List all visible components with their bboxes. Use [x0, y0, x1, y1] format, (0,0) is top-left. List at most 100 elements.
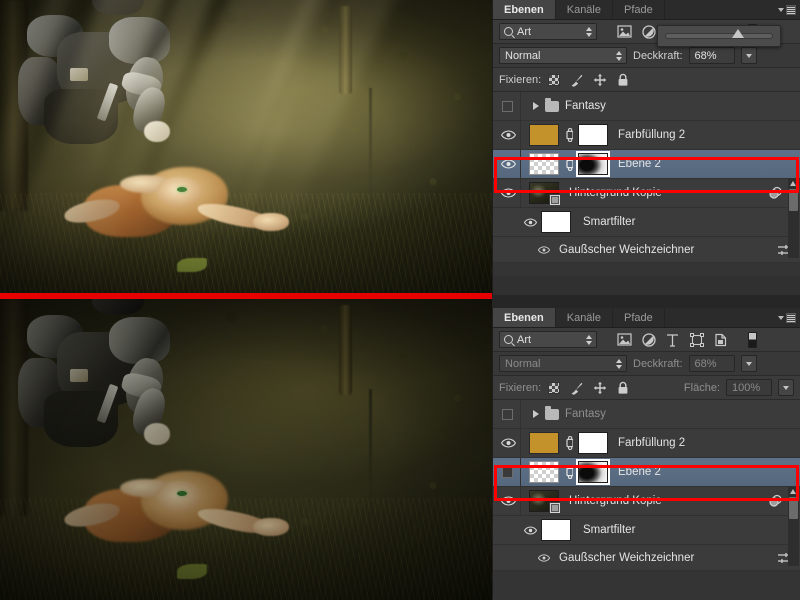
- canvas-preview-without-rays: [0, 299, 492, 600]
- visibility-toggle[interactable]: [537, 245, 551, 254]
- fill-dropdown-button[interactable]: [778, 379, 794, 396]
- disclosure-triangle-icon[interactable]: [533, 102, 539, 110]
- tab-kanaele[interactable]: Kanäle: [556, 308, 613, 327]
- panel-menu-icon[interactable]: [778, 312, 796, 324]
- eye-off-icon: [502, 100, 513, 112]
- visibility-toggle[interactable]: [523, 526, 537, 535]
- filter-kind-select[interactable]: Art: [499, 23, 597, 40]
- photo-thumbnail[interactable]: [529, 490, 561, 514]
- scrollbar-thumb[interactable]: [789, 189, 798, 211]
- lock-image-pixels-icon[interactable]: [570, 381, 584, 395]
- filter-toggle-switch[interactable]: [748, 331, 757, 348]
- smart-filters-row[interactable]: Smartfilter: [493, 516, 800, 545]
- lock-all-icon[interactable]: [616, 381, 630, 395]
- panel-menu-icon[interactable]: [778, 4, 796, 16]
- lock-position-icon[interactable]: [593, 381, 607, 395]
- blend-mode-row: Normal Deckkraft: 68%: [493, 44, 800, 68]
- layer-filter-row: Art: [493, 328, 800, 352]
- opacity-slider-popup[interactable]: [657, 25, 781, 47]
- smart-filter-mask-thumbnail[interactable]: [541, 519, 571, 541]
- layer-row-hintergrund-kopie[interactable]: Hintergrund Kopie: [493, 487, 800, 516]
- lock-icons: [547, 73, 630, 87]
- smart-filter-toggle-icon[interactable]: [768, 494, 782, 508]
- link-icon[interactable]: [564, 157, 573, 171]
- color-swatch-thumbnail[interactable]: [529, 432, 559, 454]
- layer-row-ebene-2[interactable]: Ebene 2: [493, 150, 800, 179]
- adjustment-layer-icon[interactable]: [641, 332, 656, 347]
- visibility-toggle[interactable]: [495, 121, 521, 149]
- link-icon[interactable]: [564, 436, 573, 450]
- opacity-label: Deckkraft:: [633, 357, 683, 370]
- opacity-value[interactable]: 68%: [688, 355, 735, 372]
- tab-ebenen[interactable]: Ebenen: [493, 308, 556, 327]
- tab-pfade[interactable]: Pfade: [613, 0, 665, 19]
- visibility-toggle[interactable]: [495, 150, 521, 178]
- smart-filters-row[interactable]: Smartfilter: [493, 208, 800, 237]
- shape-layer-icon[interactable]: [689, 332, 704, 347]
- layer-thumbnails: [521, 124, 608, 146]
- lock-all-icon[interactable]: [616, 73, 630, 87]
- opacity-dropdown-button[interactable]: [740, 355, 757, 372]
- layer-row-hintergrund-kopie[interactable]: Hintergrund Kopie: [493, 179, 800, 208]
- tab-kanaele[interactable]: Kanäle: [556, 0, 613, 19]
- smart-object-icon[interactable]: [713, 332, 728, 347]
- layer-mask-thumbnail[interactable]: [576, 459, 610, 485]
- blend-mode-select[interactable]: Normal: [499, 47, 627, 64]
- tab-label: Ebenen: [504, 311, 544, 324]
- visibility-toggle[interactable]: [495, 400, 521, 428]
- link-icon[interactable]: [564, 128, 573, 142]
- smart-filter-mask-thumbnail[interactable]: [541, 211, 571, 233]
- disclosure-triangle-icon[interactable]: [533, 410, 539, 418]
- opacity-slider-thumb[interactable]: [731, 29, 744, 38]
- layer-row-fantasy[interactable]: Fantasy: [493, 92, 800, 121]
- transparent-thumbnail[interactable]: [529, 461, 559, 483]
- opacity-dropdown-button[interactable]: [740, 47, 757, 64]
- layers-scrollbar[interactable]: [788, 179, 799, 258]
- visibility-toggle[interactable]: [495, 487, 521, 515]
- tab-label: Kanäle: [566, 311, 601, 324]
- lock-position-icon[interactable]: [593, 73, 607, 87]
- lock-image-pixels-icon[interactable]: [570, 73, 584, 87]
- layers-scrollbar[interactable]: [788, 487, 799, 566]
- tab-ebenen[interactable]: Ebenen: [493, 0, 556, 19]
- visibility-toggle[interactable]: [495, 179, 521, 207]
- scroll-up-arrow-icon[interactable]: [790, 181, 796, 186]
- menu-lines-icon: [786, 313, 796, 323]
- adjustment-layer-icon[interactable]: [641, 24, 656, 39]
- color-swatch-thumbnail[interactable]: [529, 124, 559, 146]
- layer-row-fantasy[interactable]: Fantasy: [493, 400, 800, 429]
- smart-filters-label: Smartfilter: [583, 216, 636, 228]
- visibility-toggle[interactable]: [495, 92, 521, 120]
- fill-value[interactable]: 100%: [726, 379, 772, 396]
- visibility-toggle[interactable]: [495, 458, 521, 486]
- smart-filter-toggle-icon[interactable]: [768, 186, 782, 200]
- fallen-woman-figure: [62, 465, 320, 567]
- transparent-thumbnail[interactable]: [529, 153, 559, 175]
- opacity-value[interactable]: 68%: [688, 47, 735, 64]
- lock-transparency-icon[interactable]: [547, 73, 561, 87]
- lock-transparency-icon[interactable]: [547, 381, 561, 395]
- layer-mask-thumbnail[interactable]: [576, 151, 610, 177]
- layer-mask-thumbnail[interactable]: [578, 124, 608, 146]
- layers-panel-bottom: Ebenen Kanäle Pfade Art Normal Deckkraft…: [492, 308, 800, 600]
- smart-filter-row-gaussian-blur[interactable]: Gaußscher Weichzeichner: [493, 545, 800, 571]
- visibility-toggle[interactable]: [523, 218, 537, 227]
- pixel-layer-icon[interactable]: [617, 24, 632, 39]
- tab-pfade[interactable]: Pfade: [613, 308, 665, 327]
- opacity-slider-track[interactable]: [665, 29, 773, 39]
- scroll-up-arrow-icon[interactable]: [790, 489, 796, 494]
- pixel-layer-icon[interactable]: [617, 332, 632, 347]
- smart-filter-row-gaussian-blur[interactable]: Gaußscher Weichzeichner: [493, 237, 800, 263]
- filter-kind-select[interactable]: Art: [499, 331, 597, 348]
- layer-row-ebene-2[interactable]: Ebene 2: [493, 458, 800, 487]
- link-icon[interactable]: [564, 465, 573, 479]
- layer-row-farbfuellung-2[interactable]: Farbfüllung 2: [493, 121, 800, 150]
- blend-mode-select[interactable]: Normal: [499, 355, 627, 372]
- layer-mask-thumbnail[interactable]: [578, 432, 608, 454]
- photo-thumbnail[interactable]: [529, 182, 561, 206]
- layer-row-farbfuellung-2[interactable]: Farbfüllung 2: [493, 429, 800, 458]
- visibility-toggle[interactable]: [495, 429, 521, 457]
- scrollbar-thumb[interactable]: [789, 497, 798, 519]
- visibility-toggle[interactable]: [537, 553, 551, 562]
- text-layer-icon[interactable]: [665, 332, 680, 347]
